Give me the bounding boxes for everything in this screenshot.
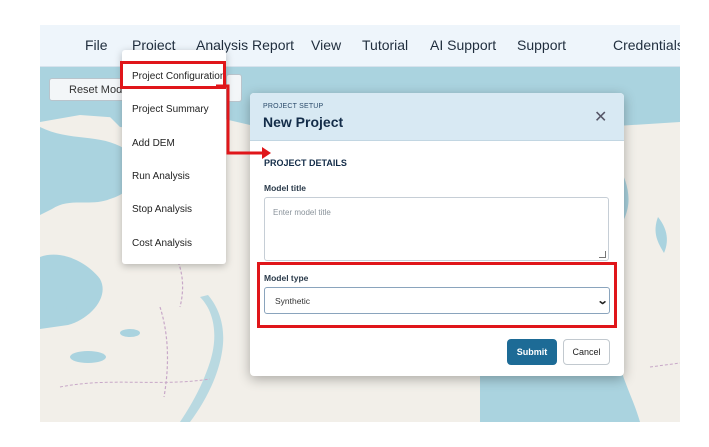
dialog-eyebrow: PROJECT SETUP — [263, 103, 324, 110]
menu-view[interactable]: View — [311, 37, 341, 53]
menu-ai-support[interactable]: AI Support — [430, 37, 496, 53]
menu-support[interactable]: Support — [517, 37, 566, 53]
map-toolbar-button[interactable] — [226, 74, 242, 102]
new-project-dialog: PROJECT SETUP New Project ✕ PROJECT DETA… — [250, 93, 624, 376]
menu-item-cost-analysis[interactable]: Cost Analysis — [132, 238, 192, 249]
submit-button[interactable]: Submit — [507, 339, 557, 365]
model-title-label: Model title — [264, 183, 307, 193]
menu-item-add-dem[interactable]: Add DEM — [132, 138, 175, 149]
dialog-header: PROJECT SETUP New Project ✕ — [250, 93, 624, 141]
menu-item-run-analysis[interactable]: Run Analysis — [132, 171, 190, 182]
resize-grip-icon[interactable] — [599, 251, 606, 258]
section-heading: PROJECT DETAILS — [264, 158, 347, 168]
model-title-placeholder: Enter model title — [273, 208, 331, 217]
menu-item-stop-analysis[interactable]: Stop Analysis — [132, 204, 192, 215]
model-title-input[interactable]: Enter model title — [264, 197, 609, 261]
highlight-box-model-type — [257, 262, 617, 328]
menu-tutorial[interactable]: Tutorial — [362, 37, 408, 53]
menu-file[interactable]: File — [85, 37, 108, 53]
menu-credentials[interactable]: Credentials — [613, 37, 680, 53]
close-icon[interactable]: ✕ — [594, 107, 607, 127]
highlight-box-menu-item — [120, 61, 226, 89]
dialog-title: New Project — [263, 114, 344, 130]
cancel-button[interactable]: Cancel — [563, 339, 610, 365]
menu-item-project-summary[interactable]: Project Summary — [132, 104, 209, 115]
